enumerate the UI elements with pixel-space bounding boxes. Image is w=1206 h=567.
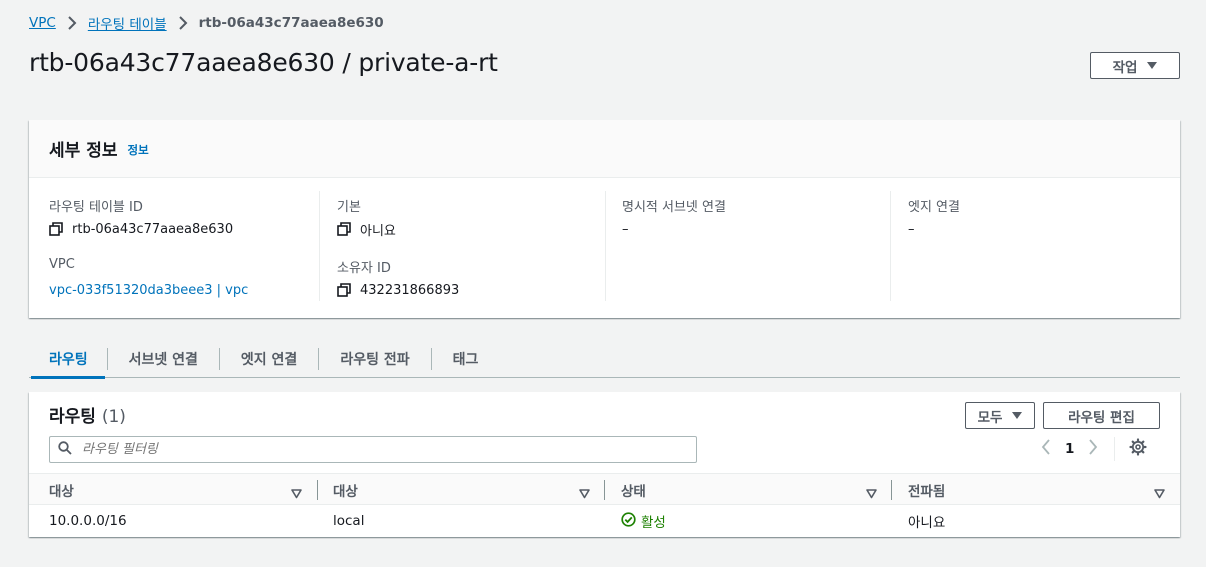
explicit-subnet-value: – (622, 221, 629, 237)
details-column-3: 명시적 서브넷 연결 – (605, 191, 890, 301)
tab-routes[interactable]: 라우팅 (29, 340, 107, 379)
filter-dropdown-label: 모두 (977, 409, 1003, 426)
column-header-target[interactable]: 대상 (333, 474, 358, 506)
page-number[interactable]: 1 (1065, 441, 1074, 457)
edit-routes-button[interactable]: 라우팅 편집 (1043, 402, 1160, 429)
field-value: vpc-033f51320da3beee3 | vpc (49, 279, 248, 301)
cell-propagated: 아니요 (908, 515, 946, 531)
field-edge: 엣지 연결 – (908, 196, 960, 240)
breadcrumb-link-route-tables[interactable]: 라우팅 테이블 (88, 13, 167, 33)
routes-title-label: 라우팅 (49, 407, 96, 427)
owner-id-value: 432231866893 (360, 282, 460, 298)
field-label: 기본 (337, 200, 361, 215)
breadcrumb-link-vpc[interactable]: VPC (29, 15, 56, 31)
details-title: 세부 정보 (49, 141, 118, 161)
pagination: 1 (1041, 437, 1148, 461)
field-value: 432231866893 (337, 279, 459, 301)
field-vpc: VPC vpc-033f51320da3beee3 | vpc (49, 257, 248, 301)
actions-button[interactable]: 작업 (1090, 52, 1180, 79)
field-label: 라우팅 테이블 ID (49, 200, 143, 215)
tab-subnet-associations[interactable]: 서브넷 연결 (108, 340, 219, 378)
tab-tags[interactable]: 태그 (432, 340, 500, 378)
cell-target: local (333, 513, 365, 529)
details-column-1: 라우팅 테이블 ID rtb-06a43c77aaea8e630 VPC vpc… (29, 191, 319, 301)
column-header-propagated[interactable]: 전파됨 (908, 474, 945, 506)
field-main: 기본 아니요 (337, 196, 396, 240)
routes-panel: 라우팅 (1) 모두 라우팅 편집 1 (29, 392, 1180, 537)
details-column-2: 기본 아니요 소유자 ID 432231866893 (319, 191, 605, 301)
edge-value: – (908, 221, 915, 237)
sort-icon[interactable] (291, 484, 302, 503)
info-link[interactable]: 정보 (127, 142, 148, 158)
field-label: 명시적 서브넷 연결 (622, 200, 726, 215)
cell-status: 활성 (621, 505, 666, 537)
actions-button-label: 작업 (1112, 59, 1138, 76)
field-label: 소유자 ID (337, 261, 391, 276)
main-value: 아니요 (360, 223, 396, 239)
chevron-right-icon (62, 13, 82, 33)
copy-icon[interactable] (49, 221, 64, 237)
column-divider (891, 480, 892, 500)
field-label: VPC (49, 257, 75, 272)
status-text: 활성 (641, 515, 666, 531)
details-column-4: 엣지 연결 – (890, 191, 1180, 301)
details-header: 세부 정보 정보 (29, 120, 1180, 178)
search-icon (58, 440, 72, 459)
tab-edge-associations[interactable]: 엣지 연결 (220, 340, 318, 378)
sort-icon[interactable] (1154, 484, 1165, 503)
details-grid: 라우팅 테이블 ID rtb-06a43c77aaea8e630 VPC vpc… (29, 179, 1180, 317)
caret-down-icon (1012, 412, 1023, 419)
column-divider (317, 480, 318, 500)
column-header-destination[interactable]: 대상 (49, 474, 74, 506)
field-route-table-id: 라우팅 테이블 ID rtb-06a43c77aaea8e630 (49, 196, 233, 240)
column-header-status[interactable]: 상태 (621, 474, 646, 506)
routes-title: 라우팅 (1) (49, 402, 126, 427)
routes-count: (1) (101, 407, 126, 427)
field-label: 엣지 연결 (908, 200, 960, 215)
column-divider (604, 480, 605, 500)
sort-icon[interactable] (866, 484, 877, 503)
settings-icon[interactable] (1129, 438, 1148, 460)
tab-route-propagation[interactable]: 라우팅 전파 (319, 340, 430, 378)
sort-icon[interactable] (579, 484, 590, 503)
filter-dropdown[interactable]: 모두 (965, 402, 1035, 429)
vpc-link[interactable]: vpc-033f51320da3beee3 | vpc (49, 283, 248, 298)
field-value: 아니요 (337, 218, 396, 240)
status-success-icon (621, 511, 636, 531)
breadcrumb: VPC 라우팅 테이블 rtb-06a43c77aaea8e630 (29, 13, 384, 33)
caret-down-icon (1147, 62, 1158, 69)
field-value: rtb-06a43c77aaea8e630 (49, 218, 233, 240)
field-explicit-subnet: 명시적 서브넷 연결 – (622, 196, 726, 240)
chevron-right-icon (173, 13, 193, 33)
cell-destination: 10.0.0.0/16 (49, 513, 127, 529)
chevron-left-icon[interactable] (1041, 439, 1051, 459)
route-table-id-value: rtb-06a43c77aaea8e630 (72, 221, 234, 237)
edit-routes-label: 라우팅 편집 (1068, 409, 1135, 426)
breadcrumb-current: rtb-06a43c77aaea8e630 (198, 15, 384, 31)
divider (1114, 437, 1116, 461)
copy-icon[interactable] (337, 282, 352, 298)
page-title: rtb-06a43c77aaea8e630 / private-a-rt (29, 48, 498, 77)
table-header: 대상 대상 상태 전파됨 (29, 473, 1180, 505)
search-field[interactable] (49, 436, 697, 463)
chevron-right-icon[interactable] (1088, 439, 1098, 459)
tabs: 라우팅 서브넷 연결 엣지 연결 라우팅 전파 태그 (29, 340, 1180, 379)
copy-icon[interactable] (337, 221, 352, 237)
search-input[interactable] (82, 442, 662, 457)
details-panel: 세부 정보 정보 라우팅 테이블 ID rtb-06a43c77aaea8e63… (29, 120, 1180, 318)
field-owner-id: 소유자 ID 432231866893 (337, 257, 459, 301)
table-row: 10.0.0.0/16 local 활성 아니요 (29, 505, 1180, 537)
